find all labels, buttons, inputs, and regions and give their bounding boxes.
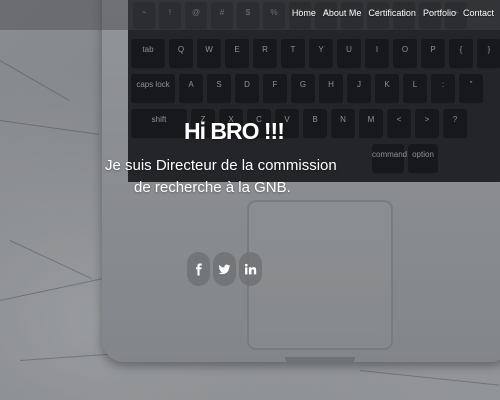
nav-links: Home About Me Certification Portfolio Co… [292, 8, 494, 18]
hero-description-line-1: Je suis Directeur de la commission [105, 157, 337, 174]
hero-description-line-2: de recherche à la GNB. [134, 179, 291, 196]
nav-link-portfolio[interactable]: Portfolio [423, 8, 456, 18]
dark-overlay [0, 0, 500, 400]
hero-title: Hi BRO !!! [184, 118, 285, 144]
facebook-button[interactable] [187, 252, 210, 286]
navbar: Home About Me Certification Portfolio Co… [0, 0, 500, 30]
twitter-icon [218, 264, 231, 274]
twitter-button[interactable] [213, 252, 236, 286]
linkedin-icon [244, 263, 257, 274]
linkedin-button[interactable] [239, 252, 262, 286]
nav-link-contact[interactable]: Contact [463, 8, 494, 18]
nav-link-home[interactable]: Home [292, 8, 316, 18]
facebook-icon [196, 263, 202, 275]
nav-link-about-me[interactable]: About Me [323, 8, 362, 18]
nav-link-certification[interactable]: Certification [368, 8, 416, 18]
social-links [187, 252, 262, 286]
